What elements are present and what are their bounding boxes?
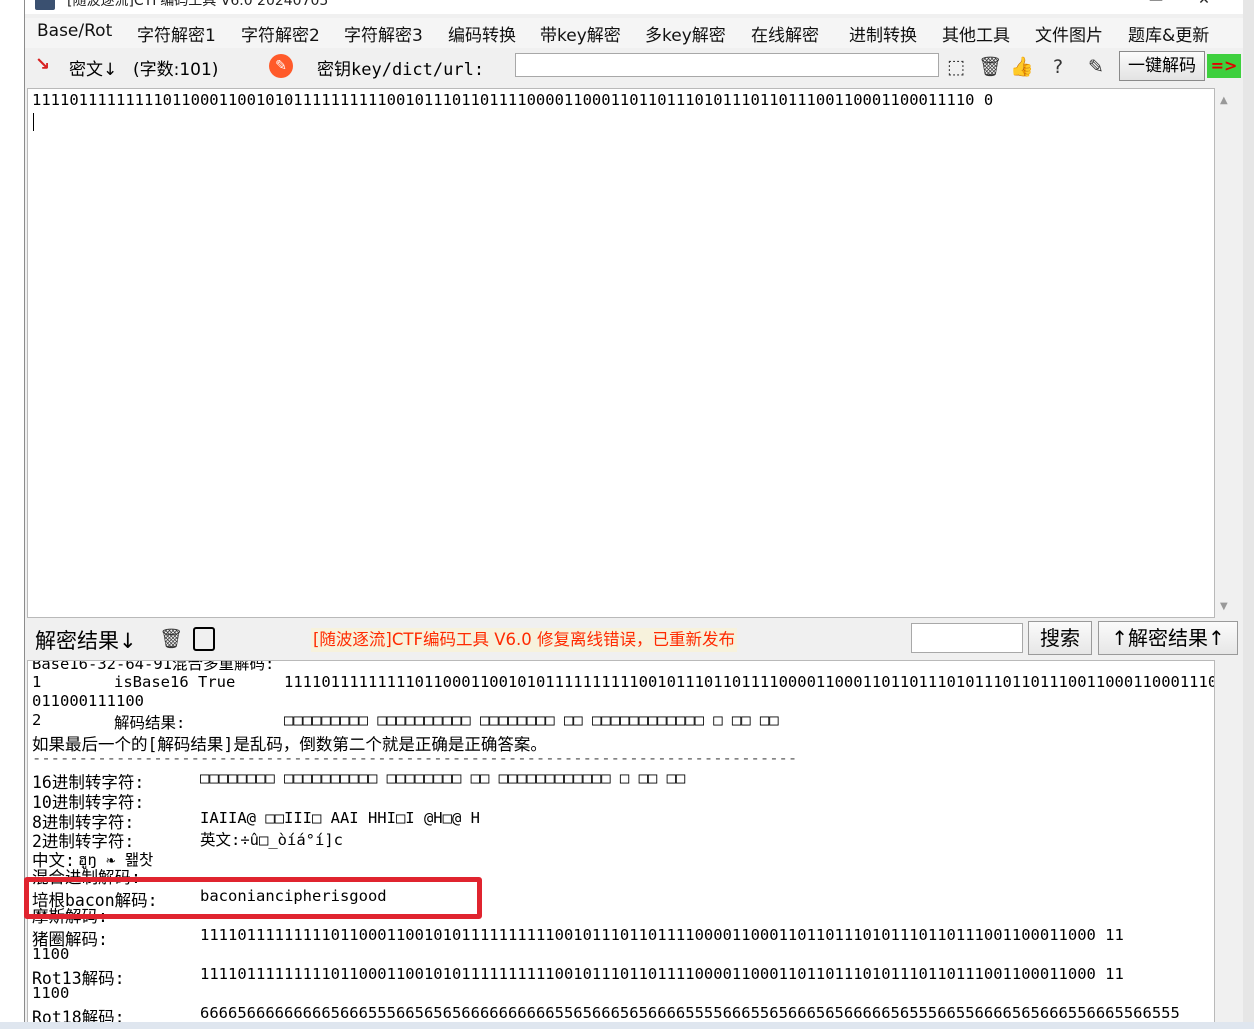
edit-icon[interactable]: ✎ (269, 54, 293, 78)
menu-item-encoding-convert[interactable]: 编码转换 (446, 21, 518, 46)
menu-item-library-update[interactable]: 题库&更新 (1126, 21, 1211, 46)
copy-icon[interactable] (193, 627, 215, 651)
menu-item-multi-key-decrypt[interactable]: 多key解密 (643, 21, 728, 46)
result-bar: 解密结果↓ 🗑 [随波逐流]CTF编码工具 V6.0 修复离线错误，已重新发布 … (25, 620, 1243, 658)
menu-item-char-decrypt-3[interactable]: 字符解密3 (342, 21, 425, 46)
menu-item-char-decrypt-2[interactable]: 字符解密2 (239, 21, 322, 46)
result-line-index: 1 (32, 673, 42, 691)
menu-item-base-convert[interactable]: 进制转换 (847, 21, 919, 46)
menu-bar: Base/Rot 字符解密1 字符解密2 字符解密3 编码转换 带key解密 多… (25, 18, 1243, 48)
input-arrow-icon[interactable]: ↘ (35, 55, 55, 75)
search-input[interactable] (911, 623, 1023, 653)
title-bar: [随波逐流]CTF编码工具 V6.0 20240705 — ✕ (25, 0, 1243, 14)
one-click-decode-button[interactable]: 一键解码 (1119, 51, 1205, 81)
trash-icon[interactable]: 🗑 (977, 54, 1003, 80)
result-up-button[interactable]: ↑解密结果↑ (1098, 621, 1238, 655)
cipher-label: 密文↓ (69, 60, 118, 80)
scroll-down-icon[interactable]: ▼ (1220, 601, 1228, 612)
oct-to-char-value: IAIIA@ □□III□ AAI HHI□I @H□@ H (200, 809, 480, 827)
menu-item-key-decrypt[interactable]: 带key解密 (538, 21, 623, 46)
result-line-wrap: 011000111100 (32, 692, 144, 710)
menu-item-other-tools[interactable]: 其他工具 (940, 21, 1012, 46)
help-icon[interactable]: ? (1045, 54, 1071, 80)
divider: ----------------------------------------… (32, 749, 798, 767)
highlight-box (24, 877, 482, 919)
toolbar: ↘ 密文↓ (字数:101) ✎ 密钥key/dict/url: ⬚ 🗑 👍 ?… (25, 50, 1243, 84)
menu-item-online-decrypt[interactable]: 在线解密 (749, 21, 821, 46)
hex-to-char-value: □□□□□□□□ □□□□□□□□□□ □□□□□□□□ □□ □□□□□□□□… (200, 769, 686, 787)
taskbar-edge (0, 1022, 1254, 1029)
edit-square-icon[interactable]: ✎ (1083, 54, 1109, 80)
rot13-value: 1111011111111101100011001010111111111100… (200, 965, 1124, 983)
window-title: [随波逐流]CTF编码工具 V6.0 20240705 (67, 0, 329, 9)
minimize-icon[interactable]: — (1147, 0, 1165, 10)
result-line-top: Base16-32-64-91混合多重解码: (32, 660, 275, 673)
thumbs-up-icon[interactable]: 👍 (1009, 54, 1035, 80)
cursor-select-icon[interactable]: ⬚ (943, 54, 969, 80)
char-count: (字数:101) (133, 60, 219, 80)
rot13-wrap: 1100 (32, 984, 70, 1002)
scroll-up-icon[interactable]: ▲ (1220, 95, 1228, 106)
announcement-banner[interactable]: [随波逐流]CTF编码工具 V6.0 修复离线错误，已重新发布 (311, 628, 737, 652)
app-window: [随波逐流]CTF编码工具 V6.0 20240705 — ✕ Base/Rot… (24, 0, 1244, 1029)
screen-edge (1243, 0, 1254, 1029)
result-line-value: □□□□□□□□□ □□□□□□□□□□ □□□□□□□□ □□ □□□□□□□… (284, 711, 779, 729)
result-line-label: isBase16 True (114, 673, 236, 691)
result-line-index: 2 (32, 711, 42, 729)
app-icon (35, 0, 55, 10)
go-arrow-icon[interactable]: => (1207, 54, 1241, 78)
menu-item-base-rot[interactable]: Base/Rot (35, 21, 114, 41)
close-icon[interactable]: ✕ (1195, 0, 1213, 10)
menu-item-file-image[interactable]: 文件图片 (1033, 21, 1105, 46)
result-textarea[interactable]: Base16-32-64-91混合多重解码: 1 isBase16 True 1… (27, 660, 1215, 1029)
search-button[interactable]: 搜索 (1028, 621, 1092, 655)
key-input[interactable] (515, 53, 939, 77)
text-caret (33, 113, 34, 131)
cipher-textarea[interactable]: 1111011111111101100011001010111111111100… (27, 88, 1236, 618)
menu-item-char-decrypt-1[interactable]: 字符解密1 (135, 21, 218, 46)
bin-to-char-value: 英文:÷û□_òíá°í]c (200, 831, 343, 849)
cipher-scrollbar[interactable]: ▲ ▼ (1216, 89, 1236, 617)
cipher-text: 1111011111111101100011001010111111111100… (32, 91, 994, 109)
pigpen-wrap: 1100 (32, 945, 70, 963)
rot18-value: 6666566666666656665556656565666666666655… (200, 1004, 1180, 1022)
pigpen-value: 1111011111111101100011001010111111111100… (200, 926, 1124, 944)
result-line-label: 解码结果: (114, 714, 186, 732)
trash-icon[interactable]: 🗑 (159, 627, 183, 650)
result-line-value: 1111011111111101100011001010111111111100… (284, 673, 1215, 691)
result-label: 解密结果↓ (35, 629, 137, 653)
key-label: 密钥key/dict/url: (317, 60, 485, 80)
